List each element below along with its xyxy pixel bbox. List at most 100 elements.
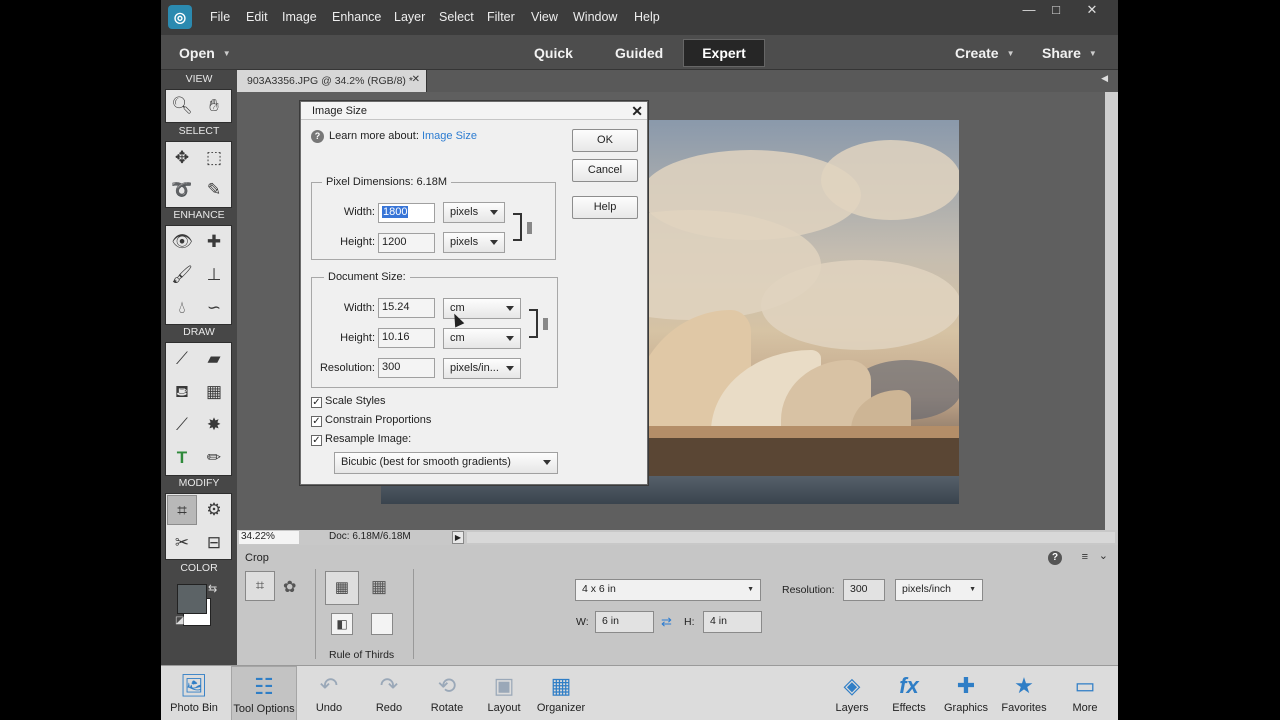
paint-bucket-tool-icon[interactable]: ⛾ bbox=[167, 377, 197, 407]
type-tool-icon[interactable]: T bbox=[167, 443, 197, 473]
panel-collapse-icon[interactable]: ◀ bbox=[1101, 73, 1108, 84]
crop-resolution-field[interactable]: 300 bbox=[843, 579, 885, 601]
doc-height-unit-select[interactable]: cm bbox=[443, 328, 521, 349]
minimize-button[interactable]: — bbox=[1016, 2, 1042, 18]
help-button[interactable]: Help bbox=[572, 196, 638, 219]
sponge-tool-icon[interactable]: ∽ bbox=[199, 293, 229, 323]
resample-method-select[interactable]: Bicubic (best for smooth gradients) bbox=[334, 452, 558, 474]
layout-button[interactable]: ▣ Layout bbox=[483, 666, 525, 720]
create-button[interactable]: Create ▼ bbox=[955, 45, 1015, 61]
favorites-button[interactable]: ★ Favorites bbox=[999, 666, 1049, 720]
lasso-tool-icon[interactable]: ➰ bbox=[167, 175, 197, 205]
close-window-button[interactable]: ✕ bbox=[1079, 2, 1105, 18]
clone-stamp-tool-icon[interactable]: ⊥ bbox=[199, 260, 229, 290]
pixel-height-field[interactable]: 1200 bbox=[378, 233, 435, 253]
photo-bin-button[interactable]: 🖼︎ Photo Bin bbox=[167, 666, 221, 720]
custom-shape-tool-icon[interactable]: ✸ bbox=[199, 410, 229, 440]
rule-of-thirds-grid-icon[interactable]: ▦ bbox=[325, 571, 359, 605]
effects-button[interactable]: fx Effects bbox=[889, 666, 929, 720]
graphics-button[interactable]: ✚ Graphics bbox=[941, 666, 991, 720]
menu-file[interactable]: File bbox=[210, 10, 230, 24]
menu-edit[interactable]: Edit bbox=[246, 10, 268, 24]
content-aware-move-tool-icon[interactable]: ✂ bbox=[167, 528, 197, 558]
constrain-proportions-checkbox[interactable]: ✓ Constrain Proportions bbox=[311, 414, 431, 427]
scale-styles-checkbox[interactable]: ✓ Scale Styles bbox=[311, 395, 386, 408]
resolution-unit-dropdown[interactable]: pixels/inch ▼ bbox=[895, 579, 983, 601]
redo-button[interactable]: ↷ Redo bbox=[369, 666, 409, 720]
golden-ratio-icon[interactable]: ◧ bbox=[331, 613, 353, 635]
organizer-button[interactable]: ▦ Organizer bbox=[535, 666, 587, 720]
resample-image-checkbox[interactable]: ✓ Resample Image: bbox=[311, 433, 411, 446]
brush-tool-icon[interactable]: ⟋ bbox=[167, 344, 197, 374]
crop-preset-dropdown[interactable]: 4 x 6 in ▼ bbox=[575, 579, 761, 601]
pixel-width-field[interactable]: 1800 bbox=[378, 203, 435, 223]
vertical-scrollbar[interactable] bbox=[1105, 92, 1118, 530]
menu-view[interactable]: View bbox=[531, 10, 558, 24]
options-menu-icon[interactable]: ≡ bbox=[1082, 551, 1088, 563]
menu-image[interactable]: Image bbox=[282, 10, 317, 24]
mode-quick[interactable]: Quick bbox=[534, 45, 573, 61]
resolution-unit-select[interactable]: pixels/in... bbox=[443, 358, 521, 379]
mode-guided[interactable]: Guided bbox=[615, 45, 663, 61]
resolution-field[interactable]: 300 bbox=[378, 358, 435, 378]
eraser-tool-icon[interactable]: ▰ bbox=[199, 344, 229, 374]
horizontal-scrollbar[interactable] bbox=[467, 532, 1115, 543]
maximize-button[interactable]: □ bbox=[1043, 2, 1069, 18]
tool-options-button[interactable]: ☷ Tool Options bbox=[231, 666, 297, 720]
document-tab[interactable]: 903A3356.JPG @ 34.2% (RGB/8) * ✕ bbox=[237, 70, 427, 92]
pixel-width-unit-select[interactable]: pixels bbox=[443, 202, 505, 223]
spot-healing-tool-icon[interactable]: ✚ bbox=[199, 227, 229, 257]
move-tool-icon[interactable]: ✥ bbox=[167, 143, 197, 173]
zoom-level-field[interactable]: 34.22% bbox=[239, 531, 299, 544]
help-icon[interactable]: ? bbox=[1048, 551, 1062, 565]
layers-button[interactable]: ◈ Layers bbox=[832, 666, 872, 720]
open-button[interactable]: Open ▼ bbox=[179, 45, 231, 61]
app-logo-icon[interactable]: ◎ bbox=[168, 5, 192, 29]
grid-overlay-icon[interactable]: ▦ bbox=[371, 577, 387, 597]
pencil-tool-icon[interactable]: ✏ bbox=[199, 443, 229, 473]
doc-width-field[interactable]: 15.24 bbox=[378, 298, 435, 318]
doc-height-field[interactable]: 10.16 bbox=[378, 328, 435, 348]
smart-brush-tool-icon[interactable]: 🖌︎ bbox=[167, 260, 197, 290]
crop-mode-icon[interactable]: ⌗ bbox=[245, 571, 275, 601]
menu-window[interactable]: Window bbox=[573, 10, 617, 24]
undo-button[interactable]: ↶ Undo bbox=[309, 666, 349, 720]
menu-layer[interactable]: Layer bbox=[394, 10, 425, 24]
hand-tool-icon[interactable]: ✋︎ bbox=[199, 91, 229, 121]
menu-enhance[interactable]: Enhance bbox=[332, 10, 381, 24]
blur-tool-icon[interactable]: 💧︎ bbox=[167, 293, 197, 323]
marquee-tool-icon[interactable]: ⬚ bbox=[199, 143, 229, 173]
red-eye-tool-icon[interactable]: 👁︎ bbox=[167, 227, 197, 257]
mode-expert[interactable]: Expert bbox=[683, 39, 765, 67]
quick-selection-tool-icon[interactable]: ✎ bbox=[199, 175, 229, 205]
crop-height-field[interactable]: 4 in bbox=[703, 611, 762, 633]
auto-crop-icon[interactable]: ✿ bbox=[283, 577, 296, 597]
more-button[interactable]: ▭ More bbox=[1063, 666, 1107, 720]
zoom-tool-icon[interactable]: 🔍︎ bbox=[167, 91, 197, 121]
straighten-tool-icon[interactable]: ⊟ bbox=[199, 528, 229, 558]
crop-tool-icon[interactable]: ⌗ bbox=[167, 495, 197, 525]
cancel-button[interactable]: Cancel bbox=[572, 159, 638, 182]
image-size-help-link[interactable]: Image Size bbox=[422, 130, 477, 142]
crop-width-field[interactable]: 6 in bbox=[595, 611, 654, 633]
status-menu-icon[interactable]: ▶ bbox=[452, 531, 464, 544]
close-dialog-icon[interactable]: ✕ bbox=[631, 103, 643, 120]
swap-colors-icon[interactable]: ⇆ bbox=[208, 582, 217, 595]
menu-help[interactable]: Help bbox=[634, 10, 660, 24]
recompose-tool-icon[interactable]: ⚙ bbox=[199, 495, 229, 525]
no-overlay-icon[interactable] bbox=[371, 613, 393, 635]
pixel-height-unit-select[interactable]: pixels bbox=[443, 232, 505, 253]
eyedropper-tool-icon[interactable]: ⟋ bbox=[167, 410, 197, 440]
rotate-button[interactable]: ⟲ Rotate bbox=[427, 666, 467, 720]
close-document-icon[interactable]: ✕ bbox=[412, 74, 420, 85]
share-button[interactable]: Share ▼ bbox=[1042, 45, 1097, 61]
dialog-title-bar[interactable]: Image Size ✕ bbox=[301, 102, 647, 120]
menu-select[interactable]: Select bbox=[439, 10, 474, 24]
swap-dimensions-icon[interactable]: ⇄ bbox=[661, 614, 672, 630]
foreground-color-swatch[interactable] bbox=[177, 584, 207, 614]
ok-button[interactable]: OK bbox=[572, 129, 638, 152]
menu-filter[interactable]: Filter bbox=[487, 10, 515, 24]
collapse-options-icon[interactable]: ⌄ bbox=[1099, 549, 1108, 562]
gradient-tool-icon[interactable]: ▦ bbox=[199, 377, 229, 407]
default-colors-icon[interactable]: ◪ bbox=[175, 615, 184, 626]
